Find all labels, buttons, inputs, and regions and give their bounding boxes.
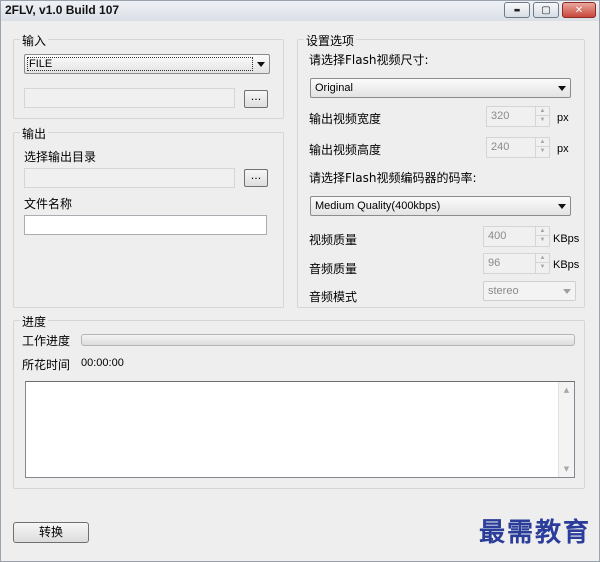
chevron-down-icon [558, 204, 566, 209]
focus-indicator [27, 57, 253, 71]
input-group-title: 输入 [20, 32, 49, 49]
filename-label: 文件名称 [24, 197, 73, 211]
progress-group: 进度 工作进度 所花时间 00:00:00 ▲ ▼ [13, 313, 585, 489]
width-spinner[interactable]: 320 ▲ ▼ [486, 106, 550, 127]
height-spinner-buttons[interactable]: ▲ ▼ [535, 138, 549, 157]
convert-button[interactable]: 转换 [13, 522, 89, 543]
width-unit: px [557, 112, 569, 124]
chevron-down-icon [257, 62, 265, 67]
minimize-button[interactable]: ▬ [504, 2, 530, 18]
settings-group: 设置选项 请选择Flash视频尺寸: Original 输出视频宽度 320 ▲… [297, 32, 585, 308]
video-quality-unit: KBps [553, 233, 580, 245]
output-browse-button[interactable]: ... [244, 169, 268, 187]
height-value: 240 [491, 141, 510, 153]
input-browse-button[interactable]: ... [244, 90, 268, 108]
input-browse-label: ... [250, 90, 262, 103]
spin-up-icon[interactable]: ▲ [536, 227, 549, 236]
video-quality-value: 400 [488, 230, 507, 242]
scroll-down-icon[interactable]: ▼ [559, 461, 574, 477]
video-quality-spinner[interactable]: 400 ▲ ▼ [483, 226, 550, 247]
output-group: 输出 选择输出目录 ... 文件名称 [13, 125, 284, 308]
output-dir-label: 选择输出目录 [24, 150, 97, 164]
settings-group-title: 设置选项 [304, 32, 357, 49]
source-type-select[interactable]: FILE [24, 54, 270, 74]
spin-up-icon[interactable]: ▲ [536, 138, 549, 147]
width-spinner-buttons[interactable]: ▲ ▼ [535, 107, 549, 126]
title-bar[interactable]: 2FLV, v1.0 Build 107 ▬ ▢ ✕ [1, 1, 599, 21]
audio-mode-label: 音频模式 [309, 290, 358, 304]
work-progress-label: 工作进度 [22, 334, 71, 348]
audio-quality-spinner[interactable]: 96 ▲ ▼ [483, 253, 550, 274]
video-size-value: Original [315, 82, 353, 94]
progress-group-title: 进度 [20, 313, 49, 330]
output-browse-label: ... [250, 169, 262, 182]
spin-down-icon[interactable]: ▼ [536, 263, 549, 272]
filename-field[interactable] [24, 215, 267, 235]
spin-down-icon[interactable]: ▼ [536, 116, 549, 125]
audio-mode-value: stereo [488, 285, 519, 297]
bitrate-value: Medium Quality(400kbps) [315, 200, 441, 212]
app-window: 2FLV, v1.0 Build 107 ▬ ▢ ✕ 输入 FILE ... 输… [0, 0, 600, 562]
chevron-down-icon [558, 86, 566, 91]
output-dir-field[interactable] [24, 168, 235, 188]
video-size-select[interactable]: Original [310, 78, 571, 98]
close-icon: ✕ [574, 4, 584, 16]
audio-quality-label: 音频质量 [309, 262, 358, 276]
elapsed-time-label: 所花时间 [22, 358, 71, 372]
window-title: 2FLV, v1.0 Build 107 [5, 3, 120, 17]
spin-down-icon[interactable]: ▼ [536, 147, 549, 156]
input-file-path-field[interactable] [24, 88, 235, 108]
video-quality-spinner-buttons[interactable]: ▲ ▼ [535, 227, 549, 246]
chevron-down-icon [563, 289, 571, 294]
bitrate-prompt-label: 请选择Flash视频编码器的码率: [309, 171, 477, 185]
audio-quality-spinner-buttons[interactable]: ▲ ▼ [535, 254, 549, 273]
width-label: 输出视频宽度 [309, 112, 382, 126]
bitrate-select[interactable]: Medium Quality(400kbps) [310, 196, 571, 216]
height-unit: px [557, 143, 569, 155]
work-progress-bar [81, 334, 575, 346]
watermark-logo: 最需教育 [478, 518, 591, 548]
audio-quality-value: 96 [488, 257, 501, 269]
minimize-icon: ▬ [513, 6, 521, 14]
scroll-up-icon[interactable]: ▲ [559, 382, 574, 398]
maximize-icon: ▢ [541, 4, 551, 16]
convert-label: 转换 [38, 525, 63, 539]
output-group-title: 输出 [20, 125, 49, 142]
elapsed-time-value: 00:00:00 [81, 357, 124, 369]
maximize-button[interactable]: ▢ [533, 2, 559, 18]
height-spinner[interactable]: 240 ▲ ▼ [486, 137, 550, 158]
height-label: 输出视频高度 [309, 143, 382, 157]
log-scrollbar[interactable]: ▲ ▼ [558, 382, 574, 477]
spin-down-icon[interactable]: ▼ [536, 236, 549, 245]
log-textarea[interactable]: ▲ ▼ [25, 381, 575, 478]
video-quality-label: 视频质量 [309, 233, 358, 247]
spin-up-icon[interactable]: ▲ [536, 254, 549, 263]
size-prompt-label: 请选择Flash视频尺寸: [309, 53, 429, 67]
close-button[interactable]: ✕ [562, 2, 596, 18]
width-value: 320 [491, 110, 510, 122]
input-group: 输入 FILE ... [13, 32, 284, 119]
audio-quality-unit: KBps [553, 259, 580, 271]
spin-up-icon[interactable]: ▲ [536, 107, 549, 116]
audio-mode-select[interactable]: stereo [483, 281, 576, 301]
